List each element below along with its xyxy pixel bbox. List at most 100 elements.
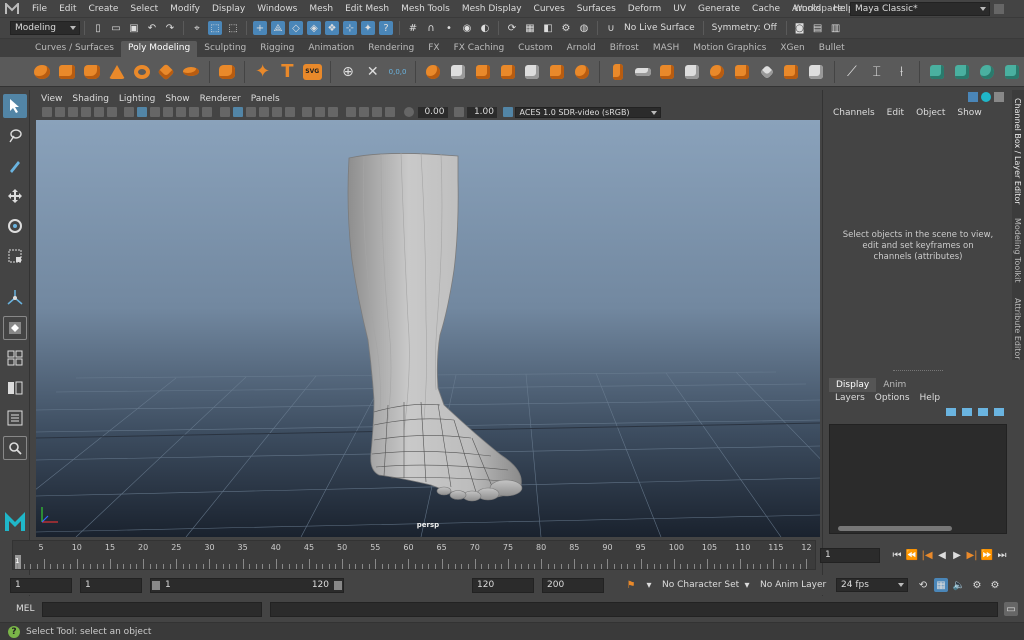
anti-aliasing-icon[interactable] <box>328 107 338 117</box>
live-surface-magnet-icon[interactable]: ∪ <box>604 21 618 35</box>
command-input[interactable] <box>42 601 262 617</box>
boolean-union-icon[interactable] <box>498 62 517 82</box>
select-by-render-icon[interactable]: ✦ <box>361 21 375 35</box>
super-shape-icon[interactable]: ✦ <box>253 61 272 82</box>
tab-fx-caching[interactable]: FX Caching <box>447 41 512 57</box>
connect-icon[interactable]: ⟊ <box>892 62 911 82</box>
select-tool-icon[interactable] <box>2 94 27 118</box>
hypershade-icon[interactable]: ◍ <box>577 21 591 35</box>
grease-pencil-icon[interactable] <box>106 107 117 117</box>
toolkit-icon[interactable]: ▤ <box>811 21 825 35</box>
motion-blur-icon[interactable] <box>315 107 325 117</box>
viewport-menu-shading[interactable]: Shading <box>67 94 114 104</box>
fill-hole-icon[interactable] <box>708 62 727 82</box>
cache-playback-icon[interactable]: ▦ <box>934 578 948 592</box>
layer-tab-anim[interactable]: Anim <box>876 378 913 392</box>
safe-action-icon[interactable] <box>189 107 199 117</box>
time-slider[interactable]: 1 5 10 15 20 25 30 35 40 45 50 55 60 65 70 75 80 85 90 95 1… <box>12 540 816 570</box>
wedge-icon[interactable] <box>807 62 826 82</box>
freeze-transform-icon[interactable]: 0,0,0 <box>388 62 407 82</box>
new-scene-icon[interactable]: ▯ <box>91 21 105 35</box>
poly-cylinder-icon[interactable] <box>83 62 102 82</box>
menu-edit[interactable]: Edit <box>53 4 82 14</box>
snap-surface-icon[interactable]: ◐ <box>478 21 492 35</box>
step-back-key-icon[interactable]: |◀ <box>921 549 933 561</box>
select-by-curve-icon[interactable]: ◇ <box>289 21 303 35</box>
range-slider[interactable]: 1 120 <box>150 577 344 593</box>
menu-curves[interactable]: Curves <box>528 4 571 14</box>
select-camera-icon[interactable] <box>41 107 52 117</box>
ipr-icon[interactable]: ◧ <box>541 21 555 35</box>
menu-mesh[interactable]: Mesh <box>303 4 339 14</box>
poly-cone-icon[interactable] <box>107 62 126 82</box>
tab-rigging[interactable]: Rigging <box>253 41 301 57</box>
tab-bullet[interactable]: Bullet <box>812 41 852 57</box>
lasso-tool-icon[interactable] <box>3 124 27 148</box>
menu-mesh-tools[interactable]: Mesh Tools <box>395 4 456 14</box>
menu-display[interactable]: Display <box>206 4 251 14</box>
type-tool-icon[interactable]: T <box>278 61 297 82</box>
new-layer-icon[interactable] <box>946 408 956 416</box>
select-by-surface-icon[interactable]: ◈ <box>307 21 321 35</box>
step-back-frame-icon[interactable]: ⏪ <box>906 549 918 561</box>
snap-curve-icon[interactable]: ∩ <box>424 21 438 35</box>
tab-arnold[interactable]: Arnold <box>560 41 603 57</box>
uv-automatic-icon[interactable] <box>1002 62 1021 82</box>
resolution-gate-icon[interactable] <box>150 107 160 117</box>
rotate-tool-icon[interactable] <box>3 214 27 238</box>
menu-edit-mesh[interactable]: Edit Mesh <box>339 4 395 14</box>
layer-tab-display[interactable]: Display <box>829 378 877 392</box>
select-hierarchy-icon[interactable]: ⌖ <box>190 21 204 35</box>
command-language-label[interactable]: MEL <box>0 604 38 614</box>
boolean-difference-icon[interactable] <box>523 62 542 82</box>
go-to-end-icon[interactable]: ⏭ <box>996 549 1008 561</box>
undo-icon[interactable]: ↶ <box>145 21 159 35</box>
tab-xgen[interactable]: XGen <box>773 41 811 57</box>
viewport-menu-view[interactable]: View <box>36 94 67 104</box>
bridge-icon[interactable] <box>633 62 652 82</box>
camera-icon[interactable]: ◙ <box>793 21 807 35</box>
smooth-icon[interactable] <box>474 62 493 82</box>
search-icon[interactable] <box>2 436 27 460</box>
viewport-menu-panels[interactable]: Panels <box>246 94 285 104</box>
chevron-down-icon[interactable]: ▾ <box>740 578 754 592</box>
all-lights-icon[interactable] <box>271 107 282 117</box>
extrude-icon[interactable] <box>608 62 627 82</box>
tab-channel-box[interactable]: Channel Box / Layer Editor <box>1013 98 1022 205</box>
open-scene-icon[interactable]: ▭ <box>109 21 123 35</box>
script-editor-icon[interactable]: ▭ <box>1004 602 1018 616</box>
delete-history-icon[interactable]: ✕ <box>363 62 382 82</box>
snap-view-icon[interactable]: ◉ <box>460 21 474 35</box>
workspace-dropdown[interactable]: Maya Classic* <box>850 2 990 16</box>
chevron-down-icon[interactable]: ▾ <box>642 578 656 592</box>
separate-icon[interactable] <box>449 62 468 82</box>
auto-key-icon[interactable]: ⚑ <box>624 578 638 592</box>
camera-attributes-icon[interactable] <box>54 107 65 117</box>
menu-uv[interactable]: UV <box>667 4 692 14</box>
play-backward-icon[interactable]: ◀ <box>936 549 948 561</box>
combine-icon[interactable] <box>424 62 443 82</box>
tab-attribute-editor[interactable]: Attribute Editor <box>1013 298 1022 360</box>
tab-poly-modeling[interactable]: Poly Modeling <box>120 41 198 57</box>
uv-editor-icon[interactable] <box>928 62 947 82</box>
menu-surfaces[interactable]: Surfaces <box>571 4 622 14</box>
menu-cache[interactable]: Cache <box>746 4 786 14</box>
menu-deform[interactable]: Deform <box>622 4 667 14</box>
isolate-select-icon[interactable] <box>345 107 356 117</box>
channel-menu-edit[interactable]: Edit <box>887 108 904 118</box>
move-layer-down-icon[interactable] <box>994 408 1004 416</box>
channel-box-icon[interactable] <box>968 92 978 102</box>
film-gate-icon[interactable] <box>137 107 147 117</box>
smooth-shade-icon[interactable] <box>232 107 243 117</box>
symmetry-dropdown[interactable]: Symmetry: Off <box>708 23 782 33</box>
tab-bifrost[interactable]: Bifrost <box>603 41 646 57</box>
poly-plane-icon[interactable] <box>157 62 176 82</box>
select-by-deform-icon[interactable]: ❖ <box>325 21 339 35</box>
tab-curves-surfaces[interactable]: Curves / Surfaces <box>28 41 121 57</box>
select-component-icon[interactable]: ⬚ <box>226 21 240 35</box>
gamma-field[interactable]: 1.00 <box>467 106 497 118</box>
loop-icon[interactable]: ⟲ <box>916 578 930 592</box>
channel-menu-object[interactable]: Object <box>916 108 945 118</box>
ambient-occlusion-icon[interactable] <box>302 107 312 117</box>
scale-tool-icon[interactable] <box>3 244 27 268</box>
